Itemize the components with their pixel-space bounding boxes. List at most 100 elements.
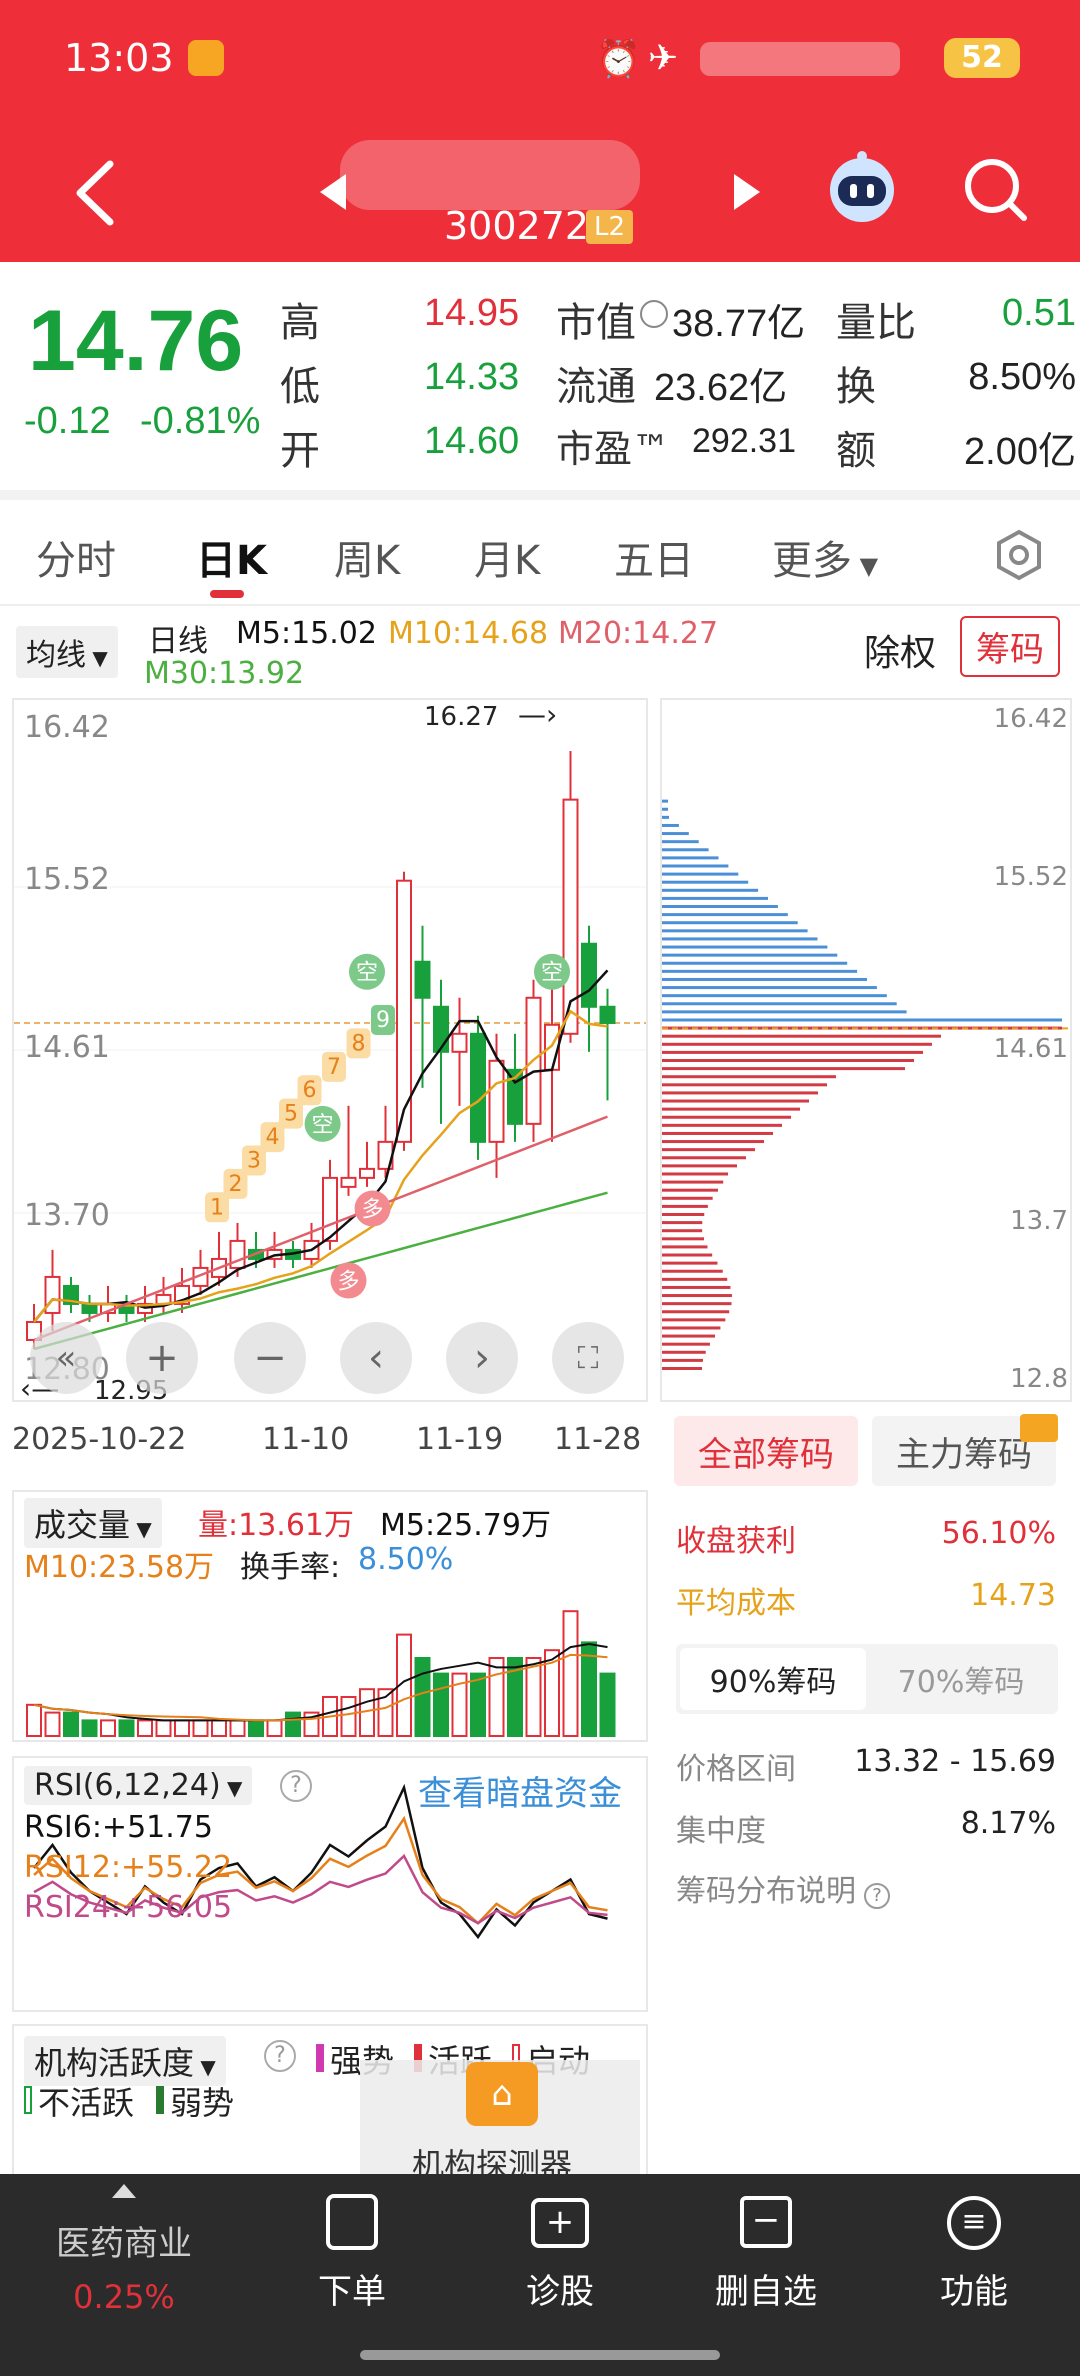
chevron-down-icon: ▼ — [194, 2055, 216, 2079]
legend-swatch — [24, 2086, 32, 2114]
chips-explain-link[interactable]: 筹码分布说明? — [676, 1866, 890, 1910]
alarm-icon: ⏰ — [596, 39, 641, 80]
level-badge: L2 — [586, 210, 634, 244]
tab-daily-k[interactable]: 日K — [196, 528, 267, 586]
chip-bar — [662, 823, 679, 827]
arrow-right-icon: —› — [518, 698, 558, 731]
rsi-select[interactable]: RSI(6,12,24) ▼ — [24, 1766, 253, 1805]
home-indicator — [360, 2350, 720, 2360]
legend-swatch — [316, 2044, 324, 2072]
chip-bar — [662, 1285, 731, 1289]
legend-weak-label: 弱势 — [170, 2084, 235, 2122]
volume-bar — [211, 1719, 227, 1737]
volume-bar — [174, 1719, 190, 1737]
nav-remove-watchlist[interactable]: − 删自选 — [686, 2194, 846, 2313]
tab-weekly-k[interactable]: 周K — [334, 528, 400, 586]
back-icon[interactable] — [70, 158, 120, 228]
short-signal-label: 空 — [356, 961, 378, 986]
kline-xtick: 11-19 — [416, 1422, 504, 1457]
nav-functions[interactable]: ≡ 功能 — [894, 2194, 1054, 2313]
candle-body — [340, 1176, 357, 1188]
legend-inactive: 不活跃 — [24, 2078, 134, 2124]
chip-bar — [662, 905, 778, 909]
chip-bar — [662, 1310, 730, 1314]
chips-ytick: 14.61 — [993, 1034, 1068, 1064]
tab-more[interactable]: 更多 ▼ — [772, 528, 878, 586]
chip-bar — [662, 945, 828, 949]
robot-assistant-icon[interactable] — [822, 148, 902, 228]
fullscreen-icon[interactable]: ⛶ — [552, 1322, 624, 1394]
candle-body — [396, 879, 412, 1143]
ma-select[interactable]: 均线 ▼ — [16, 626, 118, 678]
pe-label: 市盈™ — [556, 427, 671, 471]
chip-bar — [662, 986, 877, 990]
countdown-label: 4 — [266, 1125, 280, 1150]
mute-icon: ✈ — [648, 38, 679, 79]
volume-bar — [192, 1719, 209, 1737]
info-icon[interactable] — [640, 300, 668, 328]
remove-icon: − — [740, 2196, 792, 2248]
chip-bar — [662, 1083, 827, 1087]
chip-bar — [662, 880, 749, 884]
chip-bar — [662, 1002, 897, 1006]
tab-five-day[interactable]: 五日 — [614, 528, 694, 586]
scroll-left-fast-icon[interactable]: « — [30, 1322, 102, 1394]
ma-line-30 — [33, 1191, 608, 1351]
chip-bar — [662, 1067, 905, 1071]
stock-code: 300272 — [444, 204, 590, 248]
turnover-rate-label: 换手率: — [240, 1550, 341, 1585]
search-icon[interactable] — [962, 156, 1028, 222]
nav-order-label: 下单 — [318, 2272, 386, 2312]
chevron-down-icon: ▼ — [852, 552, 879, 580]
detector-icon[interactable]: ⌂ — [466, 2062, 538, 2126]
scroll-left-icon[interactable]: ‹ — [340, 1322, 412, 1394]
status-time: 13:03 — [64, 36, 174, 80]
nav-diagnose[interactable]: + 诊股 — [480, 2194, 640, 2313]
candle-body — [359, 1167, 375, 1179]
tab-intraday[interactable]: 分时 — [36, 528, 116, 586]
tab-90-chips[interactable]: 90%筹码 — [680, 1648, 866, 1710]
chips-button[interactable]: 筹码 — [960, 616, 1060, 677]
chip-bar — [662, 977, 867, 981]
tab-monthly-k[interactable]: 月K — [474, 528, 540, 586]
volume-bar — [599, 1672, 616, 1738]
period-label: 日线 — [148, 624, 208, 659]
volume-value: 量:13.61万 — [198, 1508, 354, 1543]
tab-all-chips[interactable]: 全部筹码 — [674, 1416, 858, 1486]
profit-label: 收盘获利 — [676, 1524, 796, 1559]
candle-body — [44, 1275, 61, 1314]
help-icon[interactable]: ? — [280, 1770, 312, 1802]
chip-bar — [662, 1050, 923, 1054]
exright-button[interactable]: 除权 — [864, 624, 936, 676]
nav-order[interactable]: 下单 — [272, 2194, 432, 2313]
chip-bar — [662, 1334, 716, 1338]
long-signal-label: 多 — [362, 1197, 384, 1222]
app-notification-icon — [188, 40, 224, 76]
low-label: 低 — [280, 364, 320, 410]
chip-bar — [662, 1326, 721, 1330]
chip-bar — [662, 1123, 782, 1127]
settings-icon[interactable] — [992, 528, 1046, 582]
ma-select-label: 均线 — [26, 638, 86, 673]
chip-bar — [662, 1237, 705, 1241]
sector-name[interactable]: 医药商业 — [44, 2216, 204, 2265]
scroll-right-icon[interactable]: › — [446, 1322, 518, 1394]
chip-bar — [662, 888, 759, 892]
price-change: -0.12 — [24, 400, 111, 442]
tab-70-chips[interactable]: 70%筹码 — [868, 1648, 1054, 1710]
chip-bar — [662, 1245, 708, 1249]
range-label: 价格区间 — [676, 1752, 796, 1787]
zoom-out-icon[interactable]: − — [234, 1322, 306, 1394]
help-icon[interactable]: ? — [264, 2040, 296, 2072]
chip-bar — [662, 815, 669, 819]
volume-select[interactable]: 成交量 ▼ — [24, 1498, 162, 1548]
countdown-label: 3 — [247, 1148, 261, 1173]
range-value: 13.32 - 15.69 — [854, 1744, 1056, 1779]
low-value: 14.33 — [424, 356, 520, 398]
next-stock-icon[interactable] — [732, 172, 762, 212]
expand-up-icon[interactable] — [112, 2184, 136, 2198]
zoom-in-icon[interactable]: + — [126, 1322, 198, 1394]
chip-bar — [662, 1099, 809, 1103]
ma-line-10 — [33, 1009, 608, 1323]
dark-pool-link[interactable]: 查看暗盘资金 — [418, 1766, 622, 1815]
